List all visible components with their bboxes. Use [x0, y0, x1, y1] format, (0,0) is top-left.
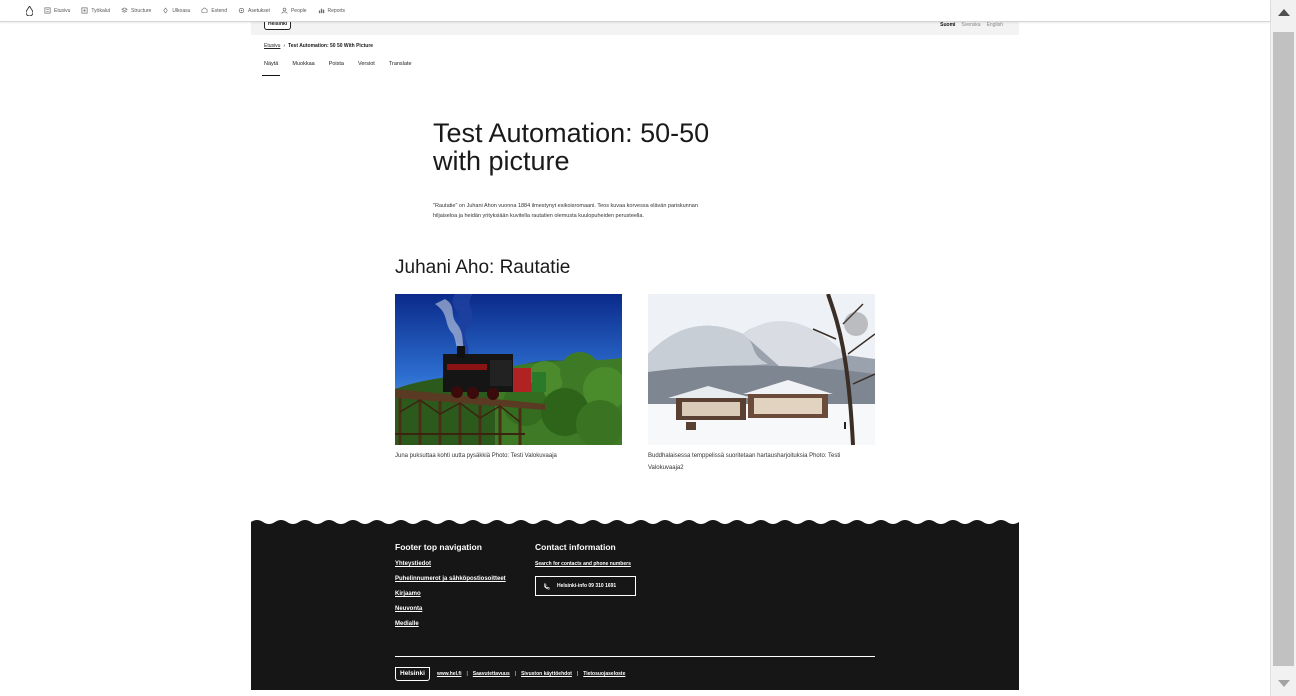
tab-translate[interactable]: Translate: [389, 61, 412, 75]
scroll-down-arrow-icon[interactable]: [1278, 680, 1290, 687]
footer-contact-title: Contact information: [535, 542, 616, 552]
toolbar-label: Reports: [327, 7, 346, 14]
site-header: [251, 21, 1019, 35]
footer-separator: |: [514, 671, 517, 677]
phone-label: Helsinki-info 09 310 1691: [557, 583, 617, 589]
footer-bottom-link[interactable]: Tietosuojaseloste: [583, 671, 625, 677]
toolbar-label: Ulkoasu: [172, 7, 191, 14]
toolbar-item-reports[interactable]: Reports: [318, 7, 346, 14]
figure-train: Juna puksuttaa kohti uutta pysäkkiä Phot…: [395, 294, 622, 462]
footer-separator: |: [466, 671, 468, 677]
toolbar-label: People: [290, 7, 307, 14]
toolbar-label: Työkalut: [91, 7, 111, 14]
toolbar-label: Extend: [211, 7, 227, 14]
toolbar-item-structure[interactable]: Structure: [121, 7, 151, 14]
toolbar-item-ulkoasu[interactable]: Ulkoasu: [162, 7, 190, 14]
lang-svenska[interactable]: Svenska: [961, 22, 980, 28]
toolbar-item-etusivu[interactable]: Etusivu: [44, 7, 70, 14]
structure-icon: [121, 7, 128, 13]
tab-revisions[interactable]: Versiot: [358, 61, 375, 75]
toolbar-label: Etusivu: [54, 7, 71, 14]
tab-edit[interactable]: Muokkaa: [292, 61, 314, 75]
local-tasks-tabs: Näytä Muokkaa Poista Versiot Translate: [261, 61, 412, 76]
train-image: [395, 294, 622, 445]
lead-paragraph: "Rautatie" on Juhani Ahon vuonna 1884 il…: [433, 203, 698, 219]
scroll-up-arrow-icon[interactable]: [1278, 9, 1290, 16]
toolbar-item-people[interactable]: People: [281, 7, 307, 14]
footer-helsinki-logo[interactable]: Helsinki: [395, 667, 430, 681]
tab-view[interactable]: Näytä: [261, 61, 281, 76]
tools-icon: [81, 7, 88, 14]
toolbar-item-extend[interactable]: Extend: [201, 7, 227, 14]
footer-bottom-link[interactable]: www.hel.fi: [437, 671, 462, 677]
toolbar-label: Structure: [131, 7, 152, 14]
site-footer: Footer top navigation Yhteystiedot Puhel…: [251, 527, 1019, 690]
footer-contact: Contact information Search for contacts …: [535, 542, 636, 596]
drupal-drop-icon[interactable]: [26, 5, 34, 16]
home-icon: [44, 7, 51, 14]
contact-search-link[interactable]: Search for contacts and phone numbers: [535, 561, 636, 567]
figure-temple: Buddhalaisessa temppelissä suoritetaan h…: [648, 294, 875, 474]
breadcrumb: Etusivu › Test Automation: 50 50 With Pi…: [264, 43, 373, 49]
footer-link-neuvonta[interactable]: Neuvonta: [395, 606, 506, 612]
lang-suomi[interactable]: Suomi: [940, 22, 955, 28]
temple-image: [648, 294, 875, 445]
config-icon: [238, 7, 245, 14]
scrollbar-thumb[interactable]: [1273, 32, 1294, 666]
phone-icon: [543, 583, 550, 589]
appearance-icon: [163, 7, 168, 14]
section-title: Juhani Aho: Rautatie: [395, 257, 571, 278]
phone-button[interactable]: Helsinki-info 09 310 1691: [535, 576, 636, 596]
figure-caption: Juna puksuttaa kohti uutta pysäkkiä Phot…: [395, 453, 557, 459]
footer-navigation: Footer top navigation Yhteystiedot Puhel…: [395, 542, 506, 636]
footer-separator: |: [576, 671, 579, 677]
reports-icon: [318, 8, 324, 14]
footer-link-medialle[interactable]: Medialle: [395, 621, 506, 627]
toolbar-label: Asetukset: [247, 7, 270, 14]
lang-english[interactable]: English: [987, 22, 1003, 28]
footer-bottom-link[interactable]: Sivuston käyttöehdot: [521, 671, 572, 677]
footer-bottom-link[interactable]: Saavutettavuus: [473, 671, 510, 677]
site-container: Helsinki Suomi Svenska English Etusivu ›…: [251, 0, 1019, 696]
language-switcher: Suomi Svenska English: [940, 22, 1003, 28]
page-scrollbar[interactable]: [1270, 0, 1296, 696]
footer-link-puhelinnumerot[interactable]: Puhelinnumerot ja sähköpostiosoitteet: [395, 576, 506, 582]
footer-nav-title: Footer top navigation: [395, 542, 482, 552]
tab-delete[interactable]: Poista: [329, 61, 344, 75]
extend-icon: [201, 7, 208, 13]
page-title: Test Automation: 50-50 with picture: [433, 118, 710, 176]
toolbar-item-asetukset[interactable]: Asetukset: [238, 7, 270, 14]
breadcrumb-separator: ›: [283, 43, 286, 49]
figure-caption: Buddhalaisessa temppelissä suoritetaan h…: [648, 453, 841, 471]
people-icon: [281, 7, 288, 14]
footer-divider: [395, 656, 875, 657]
toolbar-item-tyokalut[interactable]: Työkalut: [81, 7, 110, 14]
breadcrumb-home-link[interactable]: Etusivu: [264, 43, 280, 49]
admin-toolbar: Etusivu Työkalut Structure Ulkoasu Exten…: [0, 0, 1270, 22]
footer-bottom: Helsinki www.hel.fi | Saavutettavuus | S…: [395, 667, 625, 681]
footer-link-kirjaamo[interactable]: Kirjaamo: [395, 591, 506, 597]
breadcrumb-current: Test Automation: 50 50 With Picture: [288, 43, 374, 49]
footer-link-yhteystiedot[interactable]: Yhteystiedot: [395, 561, 506, 567]
